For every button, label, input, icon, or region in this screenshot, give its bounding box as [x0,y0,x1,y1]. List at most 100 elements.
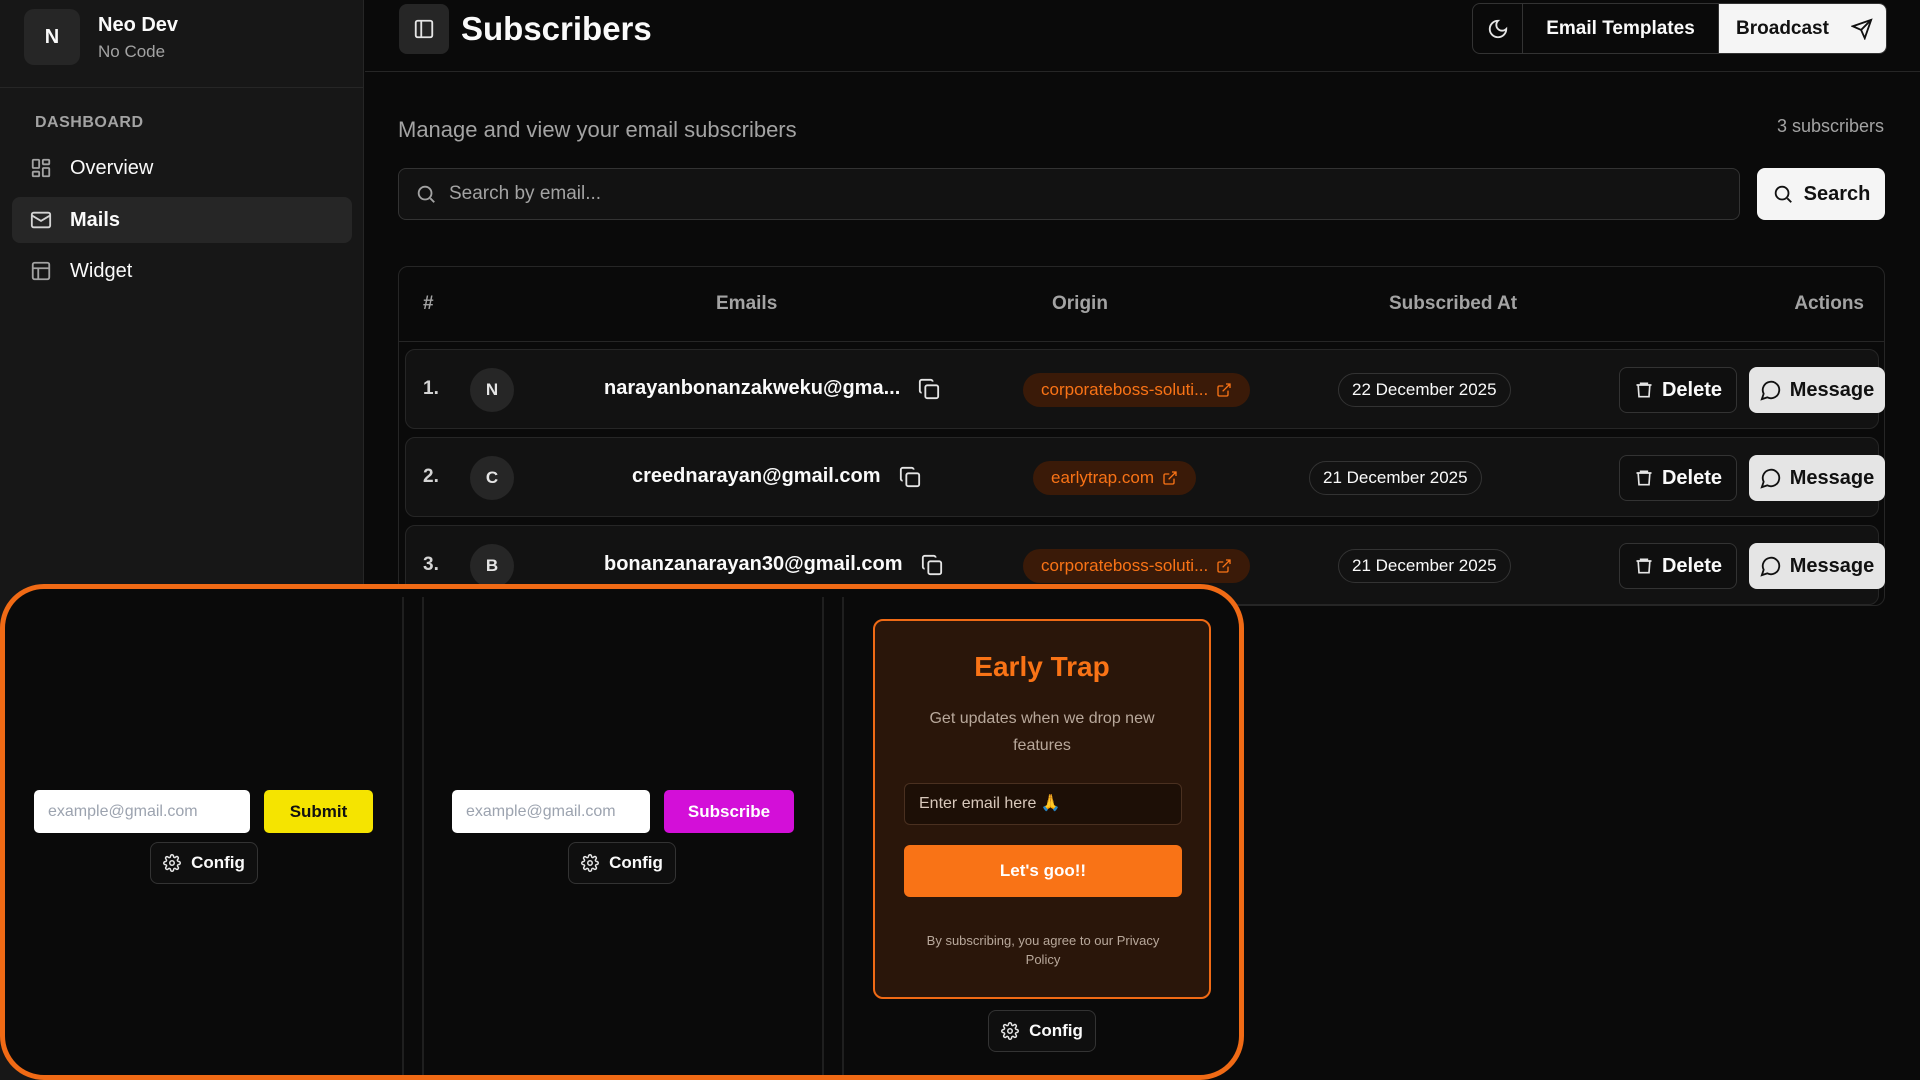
origin-link[interactable]: corporateboss-soluti... [1023,549,1251,583]
submit-button[interactable]: Submit [264,790,373,833]
trash-icon [1636,558,1652,574]
sidebar-item-overview[interactable]: Overview [12,145,352,191]
copy-icon[interactable] [899,466,921,488]
lets-goo-button[interactable]: Let's goo!! [904,845,1182,897]
page-subtitle: Manage and view your email subscribers [398,117,797,142]
email-field[interactable] [452,790,650,833]
profile-subtitle: No Code [98,42,166,61]
delete-button[interactable]: Delete [1619,367,1737,413]
email-text: narayanbonanzakweku@gma... [604,377,901,399]
delete-button[interactable]: Delete [1619,455,1737,501]
header-actions: Email Templates Broadcast [1472,3,1887,54]
search-button[interactable]: Search [1757,168,1885,220]
profile-name: Neo Dev [98,14,179,36]
top-bar: Subscribers Email Templates Broadcast [365,0,1920,72]
delete-button[interactable]: Delete [1619,543,1737,589]
message-icon [1760,556,1780,577]
search-input[interactable] [449,183,1649,205]
panel-divider [402,597,404,1075]
search-field [398,168,1740,220]
copy-icon[interactable] [918,378,940,400]
sidebar-item-mails[interactable]: Mails [12,197,352,243]
column-header-origin: Origin [1052,293,1108,314]
gear-icon [1001,1022,1020,1040]
nav-heading: DASHBOARD [35,114,144,131]
grid-icon [31,158,51,178]
sidebar-item-label: Mails [70,208,121,231]
row-number: 1. [423,378,439,399]
config-button[interactable]: Config [150,842,258,884]
delete-label: Delete [1661,554,1723,577]
table-row: 2. C creednarayan@gmail.com earlytrap.co… [405,437,1885,517]
row-number: 2. [423,466,439,487]
message-button[interactable]: Message [1749,367,1885,413]
origin-link[interactable]: corporateboss-soluti... [1023,373,1251,407]
panel-left-icon [414,19,434,39]
widget-preview-panel: Submit Config Subscribe Config Early Tra… [0,584,1244,1080]
gear-icon [163,854,182,872]
avatar: N [470,368,514,412]
search-button-label: Search [1803,182,1871,205]
widget-title: Early Trap [974,651,1110,682]
email-cell: creednarayan@gmail.com [632,465,921,488]
header-divider [399,341,1884,342]
email-templates-button[interactable]: Email Templates [1523,4,1719,53]
profile-header[interactable]: N Neo Dev No Code [0,0,364,88]
email-text: creednarayan@gmail.com [632,465,881,487]
config-button[interactable]: Config [568,842,676,884]
config-label: Config [1029,1021,1083,1040]
theme-toggle-button[interactable] [1473,4,1523,53]
message-label: Message [1789,378,1875,401]
broadcast-button[interactable]: Broadcast [1719,4,1886,53]
external-link-icon [1217,559,1231,573]
column-header-number: # [423,293,434,314]
email-field[interactable] [34,790,250,833]
page-title: Subscribers [461,10,652,47]
copy-icon[interactable] [921,554,943,576]
sidebar-item-label: Overview [70,156,154,179]
date-badge: 22 December 2025 [1338,373,1511,407]
origin-text: corporateboss-soluti... [1041,556,1209,575]
trash-icon [1636,382,1652,398]
config-button[interactable]: Config [988,1010,1096,1052]
column-header-subscribed-at: Subscribed At [1389,293,1518,314]
sidebar-toggle-button[interactable] [399,4,449,54]
search-icon [1774,185,1792,203]
email-cell: bonanzanarayan30@gmail.com [604,553,943,576]
email-cell: narayanbonanzakweku@gma... [604,377,940,400]
date-badge: 21 December 2025 [1338,549,1511,583]
origin-text: earlytrap.com [1051,468,1154,487]
date-badge: 21 December 2025 [1309,461,1482,495]
origin-link[interactable]: earlytrap.com [1033,461,1196,495]
subscribe-button[interactable]: Subscribe [664,790,794,833]
external-link-icon [1163,471,1177,485]
panel-divider [842,597,844,1075]
email-text: bonanzanarayan30@gmail.com [604,553,903,575]
message-button[interactable]: Message [1749,455,1885,501]
column-header-actions: Actions [1794,293,1864,314]
delete-label: Delete [1661,466,1723,489]
sidebar-item-label: Widget [70,259,133,282]
sidebar-item-widget[interactable]: Widget [12,248,352,294]
early-trap-widget: Early Trap Get updates when we drop new … [873,619,1211,999]
table-row: 1. N narayanbonanzakweku@gma... corporat… [405,349,1885,429]
message-label: Message [1789,466,1875,489]
avatar: C [470,456,514,500]
subscribers-table: # Emails Origin Subscribed At Actions 1.… [398,266,1885,606]
message-button[interactable]: Message [1749,543,1885,589]
column-header-emails: Emails [716,293,778,314]
email-field[interactable] [904,783,1182,825]
layout-icon [31,261,51,281]
config-label: Config [609,853,663,872]
origin-text: corporateboss-soluti... [1041,380,1209,399]
panel-divider [822,597,824,1075]
row-number: 3. [423,554,439,575]
mail-icon [30,211,52,229]
send-icon [1850,17,1873,40]
delete-label: Delete [1661,378,1723,401]
gear-icon [581,854,600,872]
config-label: Config [191,853,245,872]
subscriber-count: 3 subscribers [1776,116,1884,136]
avatar: B [470,544,514,588]
message-icon [1760,380,1780,401]
